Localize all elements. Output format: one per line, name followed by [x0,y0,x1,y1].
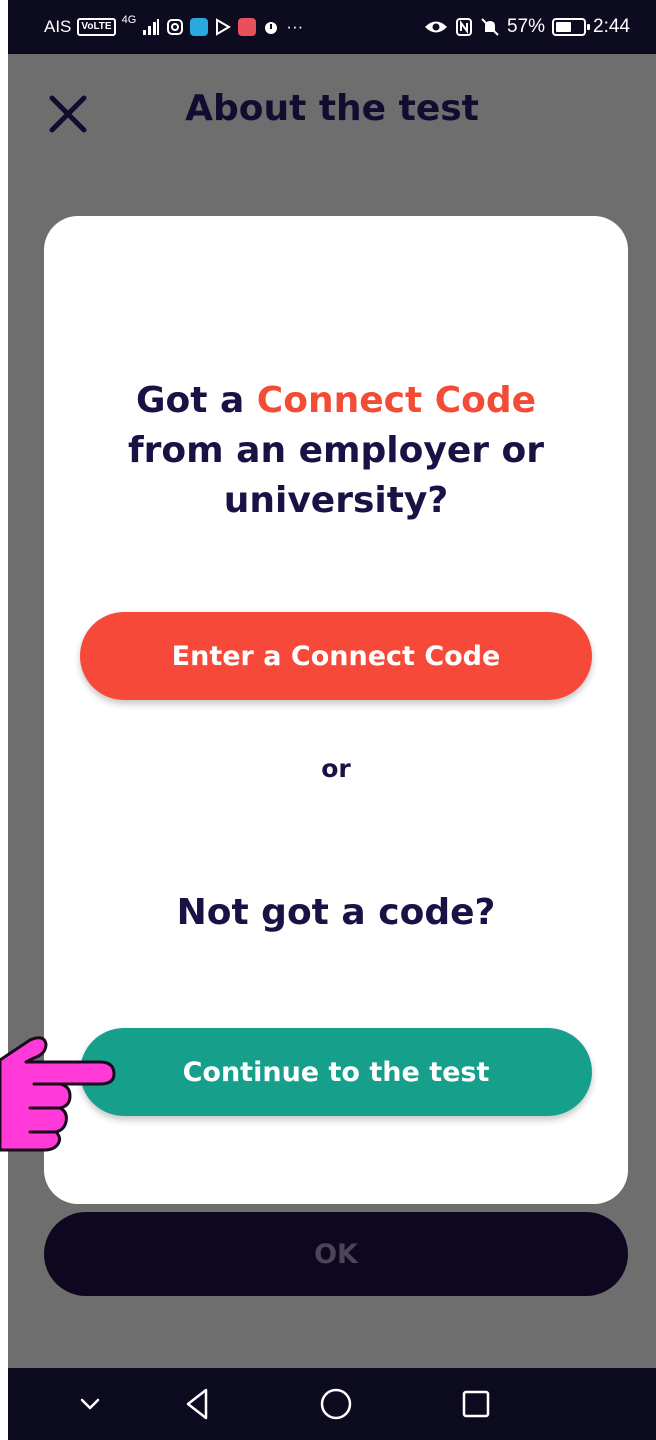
dimmed-app-background: About the test OK Got a Connect Code fro… [8,54,656,1368]
carrier-name: AIS [44,17,72,36]
nfc-icon [455,18,472,36]
enter-connect-code-button[interactable]: Enter a Connect Code [80,612,592,700]
dialog-heading: Got a Connect Code from an employer or u… [64,376,608,526]
pointing-hand-icon [0,1036,116,1152]
nav-back-button[interactable] [176,1382,220,1426]
heading-text-start: Got a [135,380,257,421]
signal-icon [143,19,160,35]
ok-button[interactable]: OK [44,1212,628,1296]
nav-down-button[interactable] [68,1382,112,1426]
eye-comfort-icon [424,21,447,33]
phone-screen: AIS VoLTE 4G ··· 57% 2:44 About the test… [0,0,656,1440]
battery-tip [587,24,591,30]
connect-code-dialog: Got a Connect Code from an employer or u… [44,216,628,1204]
system-navigation-bar [8,1368,656,1440]
battery-level [556,22,571,32]
app-notification-icon [190,18,209,36]
page-title: About the test [185,88,479,129]
heading-highlight: Connect Code [256,380,537,421]
no-code-heading: Not got a code? [176,892,496,933]
back-triangle-icon [186,1388,208,1420]
continue-to-test-button[interactable]: Continue to the test [80,1028,592,1116]
heading-text-end: from an employer or university? [127,430,545,521]
instagram-icon [167,19,184,35]
chevron-down-icon [80,1398,100,1410]
network-type: 4G [121,14,137,26]
alarm-icon [265,22,278,34]
mute-bell-icon [481,18,499,36]
home-circle-icon [320,1388,352,1420]
play-store-icon [216,18,232,36]
location-app-icon [238,18,257,36]
status-left-group: AIS VoLTE 4G ··· [44,0,303,54]
volte-badge: VoLTE [77,18,116,36]
status-right-group: 57% 2:44 [424,0,630,54]
clock: 2:44 [593,16,630,37]
or-divider-text: or [321,754,351,783]
recents-square-icon [462,1390,490,1418]
nav-home-button[interactable] [314,1382,358,1426]
battery-icon [552,18,591,36]
more-notifications-icon: ··· [286,17,304,36]
status-bar: AIS VoLTE 4G ··· 57% 2:44 [8,0,656,54]
nav-recents-button[interactable] [454,1382,498,1426]
battery-percent: 57% [506,16,546,37]
